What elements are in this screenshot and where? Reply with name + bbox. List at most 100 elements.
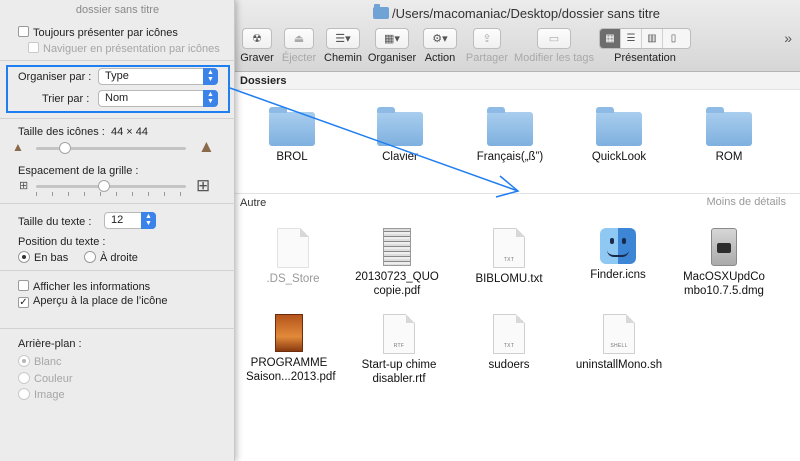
folder-icon [377,107,423,146]
blank-document-icon [277,228,309,268]
label-position-bottom-radio[interactable]: En bas [18,251,68,264]
background-image-radio[interactable]: Image [18,388,65,401]
item-name: ROM [715,151,743,163]
file-item[interactable]: MacOSXUpdCombo10.7.5.dmg [674,228,774,298]
slider-knob[interactable] [59,142,71,154]
view-label: Présentation [614,52,676,64]
label-position-right-radio[interactable]: À droite [84,251,138,264]
always-icon-view-checkbox[interactable]: Toujours présenter par icônes [18,26,178,39]
checkbox-label: Aperçu à la place de l’icône [33,295,168,307]
grid-spacing-label: Espacement de la grille : [18,165,139,177]
radio-dot [18,355,30,367]
disk-image-icon [711,228,737,266]
browse-icon-view-checkbox[interactable]: Naviguer en présentation par icônes [28,42,220,55]
radio-label: Image [34,389,65,401]
shell-script-icon: SHELL [603,314,635,354]
folder-icon [706,107,752,146]
item-name: .DS_Store [266,273,320,285]
column-view-icon[interactable]: ▥ [642,29,663,48]
folder-item[interactable]: Clavier [350,107,450,164]
arrange-icon: ▦▾ [375,28,409,49]
path-icon: ☰▾ [326,28,360,49]
eject-button[interactable]: ⏏ Éjecter [281,28,317,64]
coverflow-view-icon[interactable]: ▯ [663,29,684,48]
item-name: QuickLook [591,151,647,163]
file-item[interactable]: TXT BIBLOMU.txt [459,228,559,286]
burn-button[interactable]: ☢ Graver [240,28,274,64]
divider [0,203,235,204]
edit-tags-label: Modifier les tags [513,52,595,64]
section-header-dossiers: Dossiers [233,72,800,90]
show-item-info-checkbox[interactable]: Afficher les informations [18,280,150,293]
icon-size-slider[interactable] [36,142,186,154]
folder-icon [596,107,642,146]
share-icon: ⇪ [473,28,501,49]
file-item[interactable]: Finder.icns [568,228,668,282]
background-label: Arrière-plan : [18,338,82,350]
radio-label: À droite [100,252,138,264]
window-title: /Users/macomaniac/Desktop/dossier sans t… [233,4,800,21]
item-name: PROGRAMME Saison...2013.pdf [246,357,336,383]
icon-view-icon[interactable]: ▦ [600,29,621,48]
item-name: BROL [276,151,308,163]
action-button[interactable]: ⚙▾ Action [421,28,459,64]
item-name: uninstallMono.sh [575,359,663,371]
item-name: 20130723_QUO copie.pdf [355,271,439,297]
grid-spacing-slider[interactable] [36,180,186,192]
file-item[interactable]: PROGRAMME Saison...2013.pdf [239,314,339,384]
tag-icon: ▭ [537,28,571,49]
radio-dot [84,251,96,263]
radio-label: En bas [34,252,69,264]
file-item[interactable]: 20130723_QUO copie.pdf [347,228,447,298]
checkbox-box [28,42,39,53]
folder-icon [487,107,533,146]
path-button[interactable]: ☰▾ Chemin [323,28,363,64]
checkbox-box [18,26,29,37]
less-details-link[interactable]: Moins de détails [707,196,787,208]
file-type-tag: SHELL [610,343,628,349]
view-options-panel: dossier sans titre Toujours présenter pa… [0,0,235,461]
small-icon-glyph-icon: ▲ [12,140,24,154]
folder-icon [372,4,389,19]
file-item[interactable]: .DS_Store [243,228,343,286]
radio-dot [18,251,30,263]
show-icon-preview-checkbox[interactable]: ✓ Aperçu à la place de l’icône [18,295,168,308]
checkbox-label: Afficher les informations [33,281,151,293]
folder-icon [269,107,315,146]
panel-title: dossier sans titre [75,4,160,16]
file-type-tag: TXT [503,257,515,263]
folder-item[interactable]: ROM [679,107,779,164]
file-item[interactable]: SHELL uninstallMono.sh [569,314,669,372]
file-type-tag: RTF [393,343,405,349]
file-item[interactable]: RTF Start-up chime disabler.rtf [349,314,449,386]
finder-face-icon [600,228,636,264]
pdf-document-icon [275,314,303,352]
file-item[interactable]: TXT sudoers [459,314,559,372]
grid-large-icon: ⊞ [196,176,211,195]
share-button[interactable]: ⇪ Partager [465,28,509,64]
arrange-button[interactable]: ▦▾ Organiser [367,28,417,64]
checkbox-box [18,280,29,291]
folder-item[interactable]: QuickLook [569,107,669,164]
edit-tags-button[interactable]: ▭ Modifier les tags [513,28,595,64]
text-document-icon: TXT [493,314,525,354]
toolbar-overflow-icon[interactable]: » [784,30,792,46]
view-segmented-control: ▦ ☰ ▥ ▯ [599,28,691,49]
icon-size-value: 44 × 44 [110,126,148,138]
background-color-radio[interactable]: Couleur [18,372,73,385]
item-name: Clavier [382,151,418,163]
background-white-radio[interactable]: Blanc [18,355,62,368]
list-view-icon[interactable]: ☰ [621,29,642,48]
highlight-box [6,65,230,113]
slider-knob[interactable] [98,180,110,192]
item-name: Français(„ß”) [476,151,544,163]
action-label: Action [424,52,456,64]
folder-item[interactable]: BROL [242,107,342,164]
text-size-popup[interactable]: 12 ▲ ▼ [104,212,156,229]
radio-dot [18,388,30,400]
label-position-label: Position du texte : [18,236,106,248]
icon-size-caption: Taille des icônes : [18,126,105,138]
item-name: MacOSXUpdCombo10.7.5.dmg [683,271,765,297]
folder-item[interactable]: Français(„ß”) [460,107,560,164]
popup-arrows-icon: ▲ ▼ [141,212,156,229]
